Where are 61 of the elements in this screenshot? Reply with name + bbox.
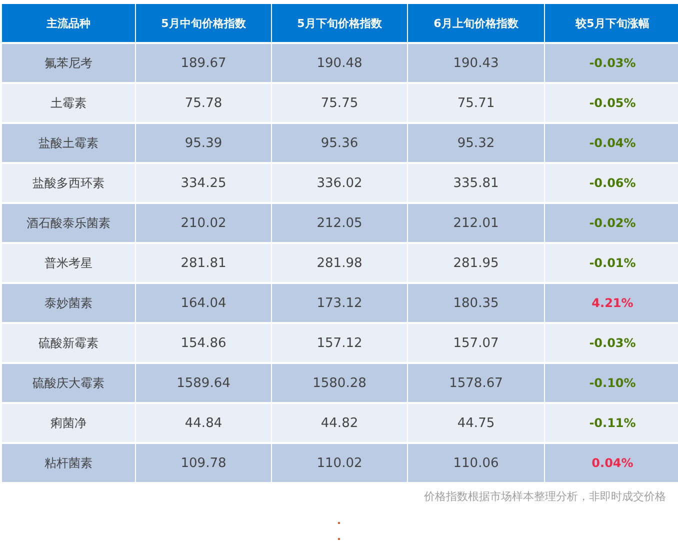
table-cell: 酒石酸泰乐菌素 xyxy=(2,204,135,242)
table-cell: 281.95 xyxy=(408,244,544,282)
table-cell: 1580.28 xyxy=(272,364,407,402)
table-cell: 281.98 xyxy=(272,244,407,282)
table-cell: 痢菌净 xyxy=(2,404,135,442)
table-cell: 44.75 xyxy=(408,404,544,442)
table-cell: 335.81 xyxy=(408,164,544,202)
table-cell: 氟苯尼考 xyxy=(2,44,135,82)
table-cell: -0.10% xyxy=(545,364,678,402)
table-cell: 粘杆菌素 xyxy=(2,444,135,482)
table-cell: 土霉素 xyxy=(2,84,135,122)
table-cell: -0.06% xyxy=(545,164,678,202)
table-cell: 190.43 xyxy=(408,44,544,82)
table-cell: 157.07 xyxy=(408,324,544,362)
table-cell: 44.82 xyxy=(272,404,407,442)
column-header: 5月下旬价格指数 xyxy=(272,4,407,42)
table-cell: -0.01% xyxy=(545,244,678,282)
table-cell: -0.03% xyxy=(545,324,678,362)
table-cell: 1578.67 xyxy=(408,364,544,402)
column-header: 6月上旬价格指数 xyxy=(408,4,544,42)
column-header: 较5月下旬涨幅 xyxy=(545,4,678,42)
table-cell: 盐酸土霉素 xyxy=(2,124,135,162)
table-cell: -0.04% xyxy=(545,124,678,162)
table-cell: 336.02 xyxy=(272,164,407,202)
table-cell: 189.67 xyxy=(136,44,271,82)
table-cell: 334.25 xyxy=(136,164,271,202)
table-cell: 0.04% xyxy=(545,444,678,482)
table-cell: 95.39 xyxy=(136,124,271,162)
table-cell: 4.21% xyxy=(545,284,678,322)
table-cell: 1589.64 xyxy=(136,364,271,402)
table-cell: 109.78 xyxy=(136,444,271,482)
table-cell: 75.78 xyxy=(136,84,271,122)
table-cell: 盐酸多西环素 xyxy=(2,164,135,202)
table-cell: 110.06 xyxy=(408,444,544,482)
table-cell: 95.36 xyxy=(272,124,407,162)
table-cell: 164.04 xyxy=(136,284,271,322)
table-cell: 普米考星 xyxy=(2,244,135,282)
table-cell: 泰妙菌素 xyxy=(2,284,135,322)
table-cell: 281.81 xyxy=(136,244,271,282)
table-cell: 75.71 xyxy=(408,84,544,122)
table-cell: 180.35 xyxy=(408,284,544,322)
table-cell: 190.48 xyxy=(272,44,407,82)
table-cell: 硫酸庆大霉素 xyxy=(2,364,135,402)
column-header: 主流品种 xyxy=(2,4,135,42)
table-cell: 173.12 xyxy=(272,284,407,322)
table-cell: -0.03% xyxy=(545,44,678,82)
table-cell: 硫酸新霉素 xyxy=(2,324,135,362)
table-cell: -0.11% xyxy=(545,404,678,442)
table-cell: 212.05 xyxy=(272,204,407,242)
table-cell: 75.75 xyxy=(272,84,407,122)
table-cell: 154.86 xyxy=(136,324,271,362)
table-cell: -0.02% xyxy=(545,204,678,242)
column-header: 5月中旬价格指数 xyxy=(136,4,271,42)
footnote: 价格指数根据市场样本整理分析，非即时成交价格 xyxy=(424,490,666,503)
table-cell: 110.02 xyxy=(272,444,407,482)
table-cell: 44.84 xyxy=(136,404,271,442)
table-cell: 157.12 xyxy=(272,324,407,362)
table-cell: 95.32 xyxy=(408,124,544,162)
table-cell: -0.05% xyxy=(545,84,678,122)
table-cell: 210.02 xyxy=(136,204,271,242)
table-cell: 212.01 xyxy=(408,204,544,242)
